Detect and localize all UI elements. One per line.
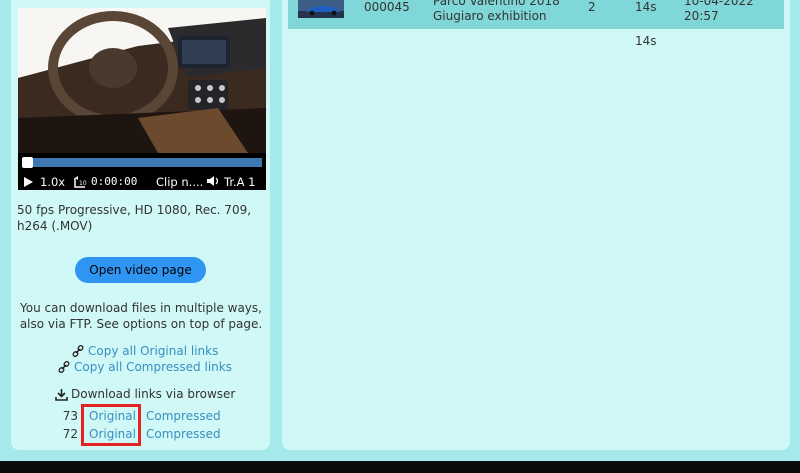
clip-time: 20:57 <box>684 9 719 23</box>
download-via-browser-label: Download links via browser <box>71 387 236 401</box>
highlight-annotation <box>81 404 141 446</box>
video-still-image <box>18 8 266 153</box>
clip-duration: 14s <box>635 34 657 48</box>
clip-date: 10-04-2022 <box>684 0 754 8</box>
clip-detail-panel: 1.0x 10 0:00:00 Clip n.... Tr.A 1 50 fps… <box>11 0 270 450</box>
speaker-icon[interactable] <box>206 175 220 187</box>
clip-name-label: Clip n.... <box>156 175 204 189</box>
timecode: 0:00:00 <box>91 175 138 188</box>
download-compressed-link[interactable]: Compressed <box>146 427 221 441</box>
clips-table-panel: 000045 Parco Valentino 2018 Giugiaro exh… <box>282 0 790 450</box>
open-video-page-button[interactable]: Open video page <box>75 257 206 283</box>
clip-title-line1: Parco Valentino 2018 <box>433 0 560 8</box>
control-row: 1.0x 10 0:00:00 Clip n.... Tr.A 1 <box>18 173 266 190</box>
clip-title-line2: Giugiaro exhibition <box>433 9 547 23</box>
clip-id: 000045 <box>364 0 410 14</box>
table-row[interactable]: 000045 Parco Valentino 2018 Giugiaro exh… <box>288 0 784 29</box>
clip-count: 2 <box>588 0 596 14</box>
download-row-count: 73 <box>62 409 78 423</box>
rewind-10-icon[interactable]: 10 <box>73 176 87 188</box>
copy-original-links[interactable]: Copy all Original links <box>88 344 218 358</box>
svg-text:10: 10 <box>79 180 87 187</box>
bottom-taskbar <box>0 461 800 473</box>
download-info-text: You can download files in multiple ways,… <box>19 301 263 331</box>
audio-track-label[interactable]: Tr.A 1 <box>224 175 256 189</box>
download-icon <box>55 389 68 401</box>
download-compressed-link[interactable]: Compressed <box>146 409 221 423</box>
format-info: 50 fps Progressive, HD 1080, Rec. 709, h… <box>17 203 252 233</box>
download-row-count: 72 <box>62 427 78 441</box>
video-player[interactable]: 1.0x 10 0:00:00 Clip n.... Tr.A 1 <box>18 8 266 190</box>
seek-bar[interactable] <box>22 157 262 168</box>
link-icon <box>58 361 70 373</box>
link-icon <box>72 345 84 357</box>
copy-compressed-links[interactable]: Copy all Compressed links <box>74 360 232 374</box>
play-icon[interactable] <box>24 177 33 187</box>
clip-duration: 14s <box>635 0 657 14</box>
speed-label[interactable]: 1.0x <box>40 175 65 189</box>
player-controls: 1.0x 10 0:00:00 Clip n.... Tr.A 1 <box>18 153 266 190</box>
clip-thumbnail[interactable] <box>298 0 344 18</box>
seek-handle[interactable] <box>22 157 33 168</box>
